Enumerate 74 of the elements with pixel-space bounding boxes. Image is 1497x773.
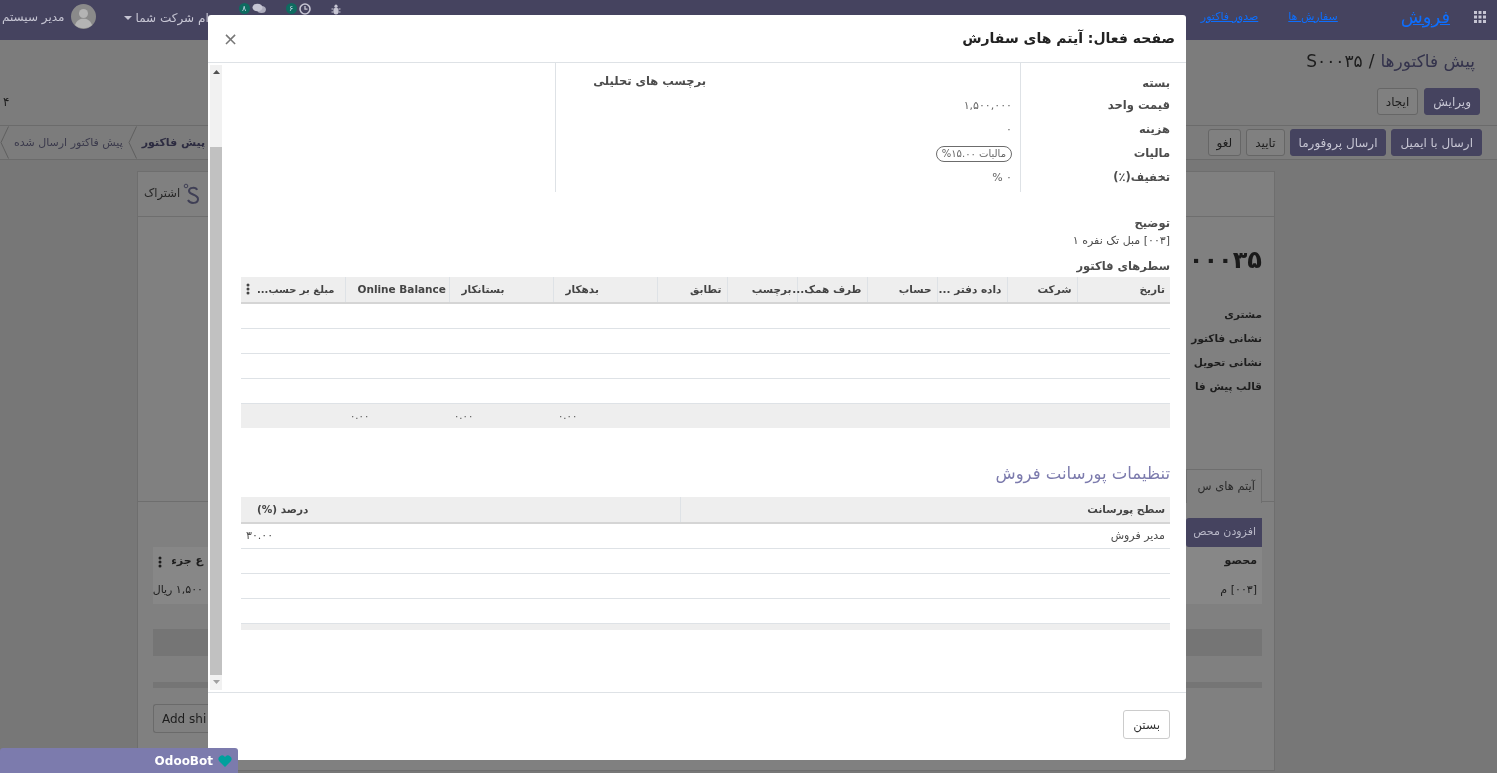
notebook-tab[interactable]: آیتم های س [1186,469,1262,503]
list-footer-bar [153,629,208,656]
field-label: نشانی فاکتور [1189,331,1262,347]
table-cell: مدیر فروش [680,523,1170,548]
apps-menu-icon[interactable] [1474,11,1486,23]
column-header[interactable]: درصد (%) [241,497,680,523]
column-header[interactable]: بدهکار [553,277,657,303]
action-button[interactable]: تایید [1246,129,1285,156]
add-shipping-button[interactable]: Add shi [153,704,208,733]
bug-icon[interactable] [330,4,341,15]
chat-icon[interactable] [251,3,266,14]
modal-title: صفحه فعال: آیتم های سفارش [962,30,1175,47]
user-menu[interactable]: مدیر سیستم [2,4,96,29]
field-label: قالب پیش فا [1193,379,1262,395]
clock-icon[interactable] [298,3,311,15]
column-header[interactable]: تاریخ [1077,277,1170,303]
action-button[interactable]: ارسال با ایمیل [1391,129,1482,156]
column-header[interactable]: شرکت [1007,277,1077,303]
scrollbar-thumb[interactable] [210,147,222,675]
chat-title: OdooBot [154,752,213,770]
caret-icon [123,16,132,20]
section-bar [153,682,208,688]
company-switcher[interactable]: ام شرکت شما [123,9,209,27]
kebab-menu-icon[interactable] [158,555,162,568]
field-label: هزینه [1138,121,1170,139]
action-button[interactable]: لغو [1207,129,1242,156]
section-title: تنظیمات پورسانت فروش [994,463,1170,486]
kebab-menu-icon[interactable] [246,283,250,295]
close-button[interactable]: × [220,29,242,48]
breadcrumb-separator: / [1368,50,1375,74]
column-header[interactable]: بستانکار [449,277,553,303]
table-cell: ۱,۵۰۰ ریال [153,576,208,604]
action-button[interactable]: ویرایش [1424,88,1480,115]
column-header[interactable]: سطح پورسانت [680,497,1170,523]
column-header[interactable]: حساب [867,277,937,303]
heart-icon [218,754,232,767]
field-value: [۰۰۳] مبل تک نفره ۱ [1071,233,1170,249]
scroll-up-icon[interactable] [212,70,220,74]
field-value: ۰ [1006,121,1012,138]
column-header[interactable]: محصو [1224,553,1257,570]
activity-counter-badge: ۶ [285,3,297,14]
column-total: ۰.۰۰ [553,403,657,428]
action-button[interactable]: ایجاد [1376,88,1419,115]
section-label: سطرهای فاکتور [1075,258,1170,275]
field-label: نشانی تحویل [1192,355,1262,371]
field-label: تخفیف(٪) [1113,169,1170,187]
field-value: ۰ % [992,169,1012,186]
field-label: بسته [1142,75,1170,93]
column-header[interactable]: داده دفتر ... [937,277,1007,303]
field-value: ۱,۵۰۰,۰۰۰ [963,97,1012,114]
column-header[interactable]: Online Balance [345,277,449,303]
message-counter-badge: ۸ [238,3,250,14]
breadcrumb-link[interactable]: پیش فاکتورها [1380,49,1475,75]
column-total: ۰.۰۰ [345,403,449,428]
column-header[interactable]: تطابق [657,277,727,303]
column-header[interactable]: ع جزء [171,553,203,570]
user-avatar-icon [70,4,96,29]
pager-value[interactable]: ۴ [3,92,10,111]
field-label: توضیح [1133,215,1170,232]
table-cell: [۰۰۳] م [1186,576,1262,604]
close-button[interactable]: بستن [1123,710,1170,739]
action-button[interactable]: ارسال پروفورما [1289,129,1387,156]
chat-window-header[interactable]: OdooBot [0,748,238,773]
add-product-button[interactable]: افزودن محص [1186,518,1262,547]
status-step[interactable]: پیش فاکتور [136,126,211,159]
column-total: ۰.۰۰ [449,403,553,428]
record-title: ۰۰۰۳۵ [1187,245,1262,276]
field-label: قیمت واحد [1107,97,1170,115]
field-label: برچسب های تحلیلی [593,73,706,91]
column-header[interactable]: مبلغ بر حسب... [241,277,345,303]
breadcrumb-current: S۰۰۰۳۵ [1306,50,1363,74]
field-label: مالیات [1133,145,1170,163]
field-label: مشتری [1223,307,1262,322]
table-cell: ۳۰.۰۰ [241,523,680,548]
